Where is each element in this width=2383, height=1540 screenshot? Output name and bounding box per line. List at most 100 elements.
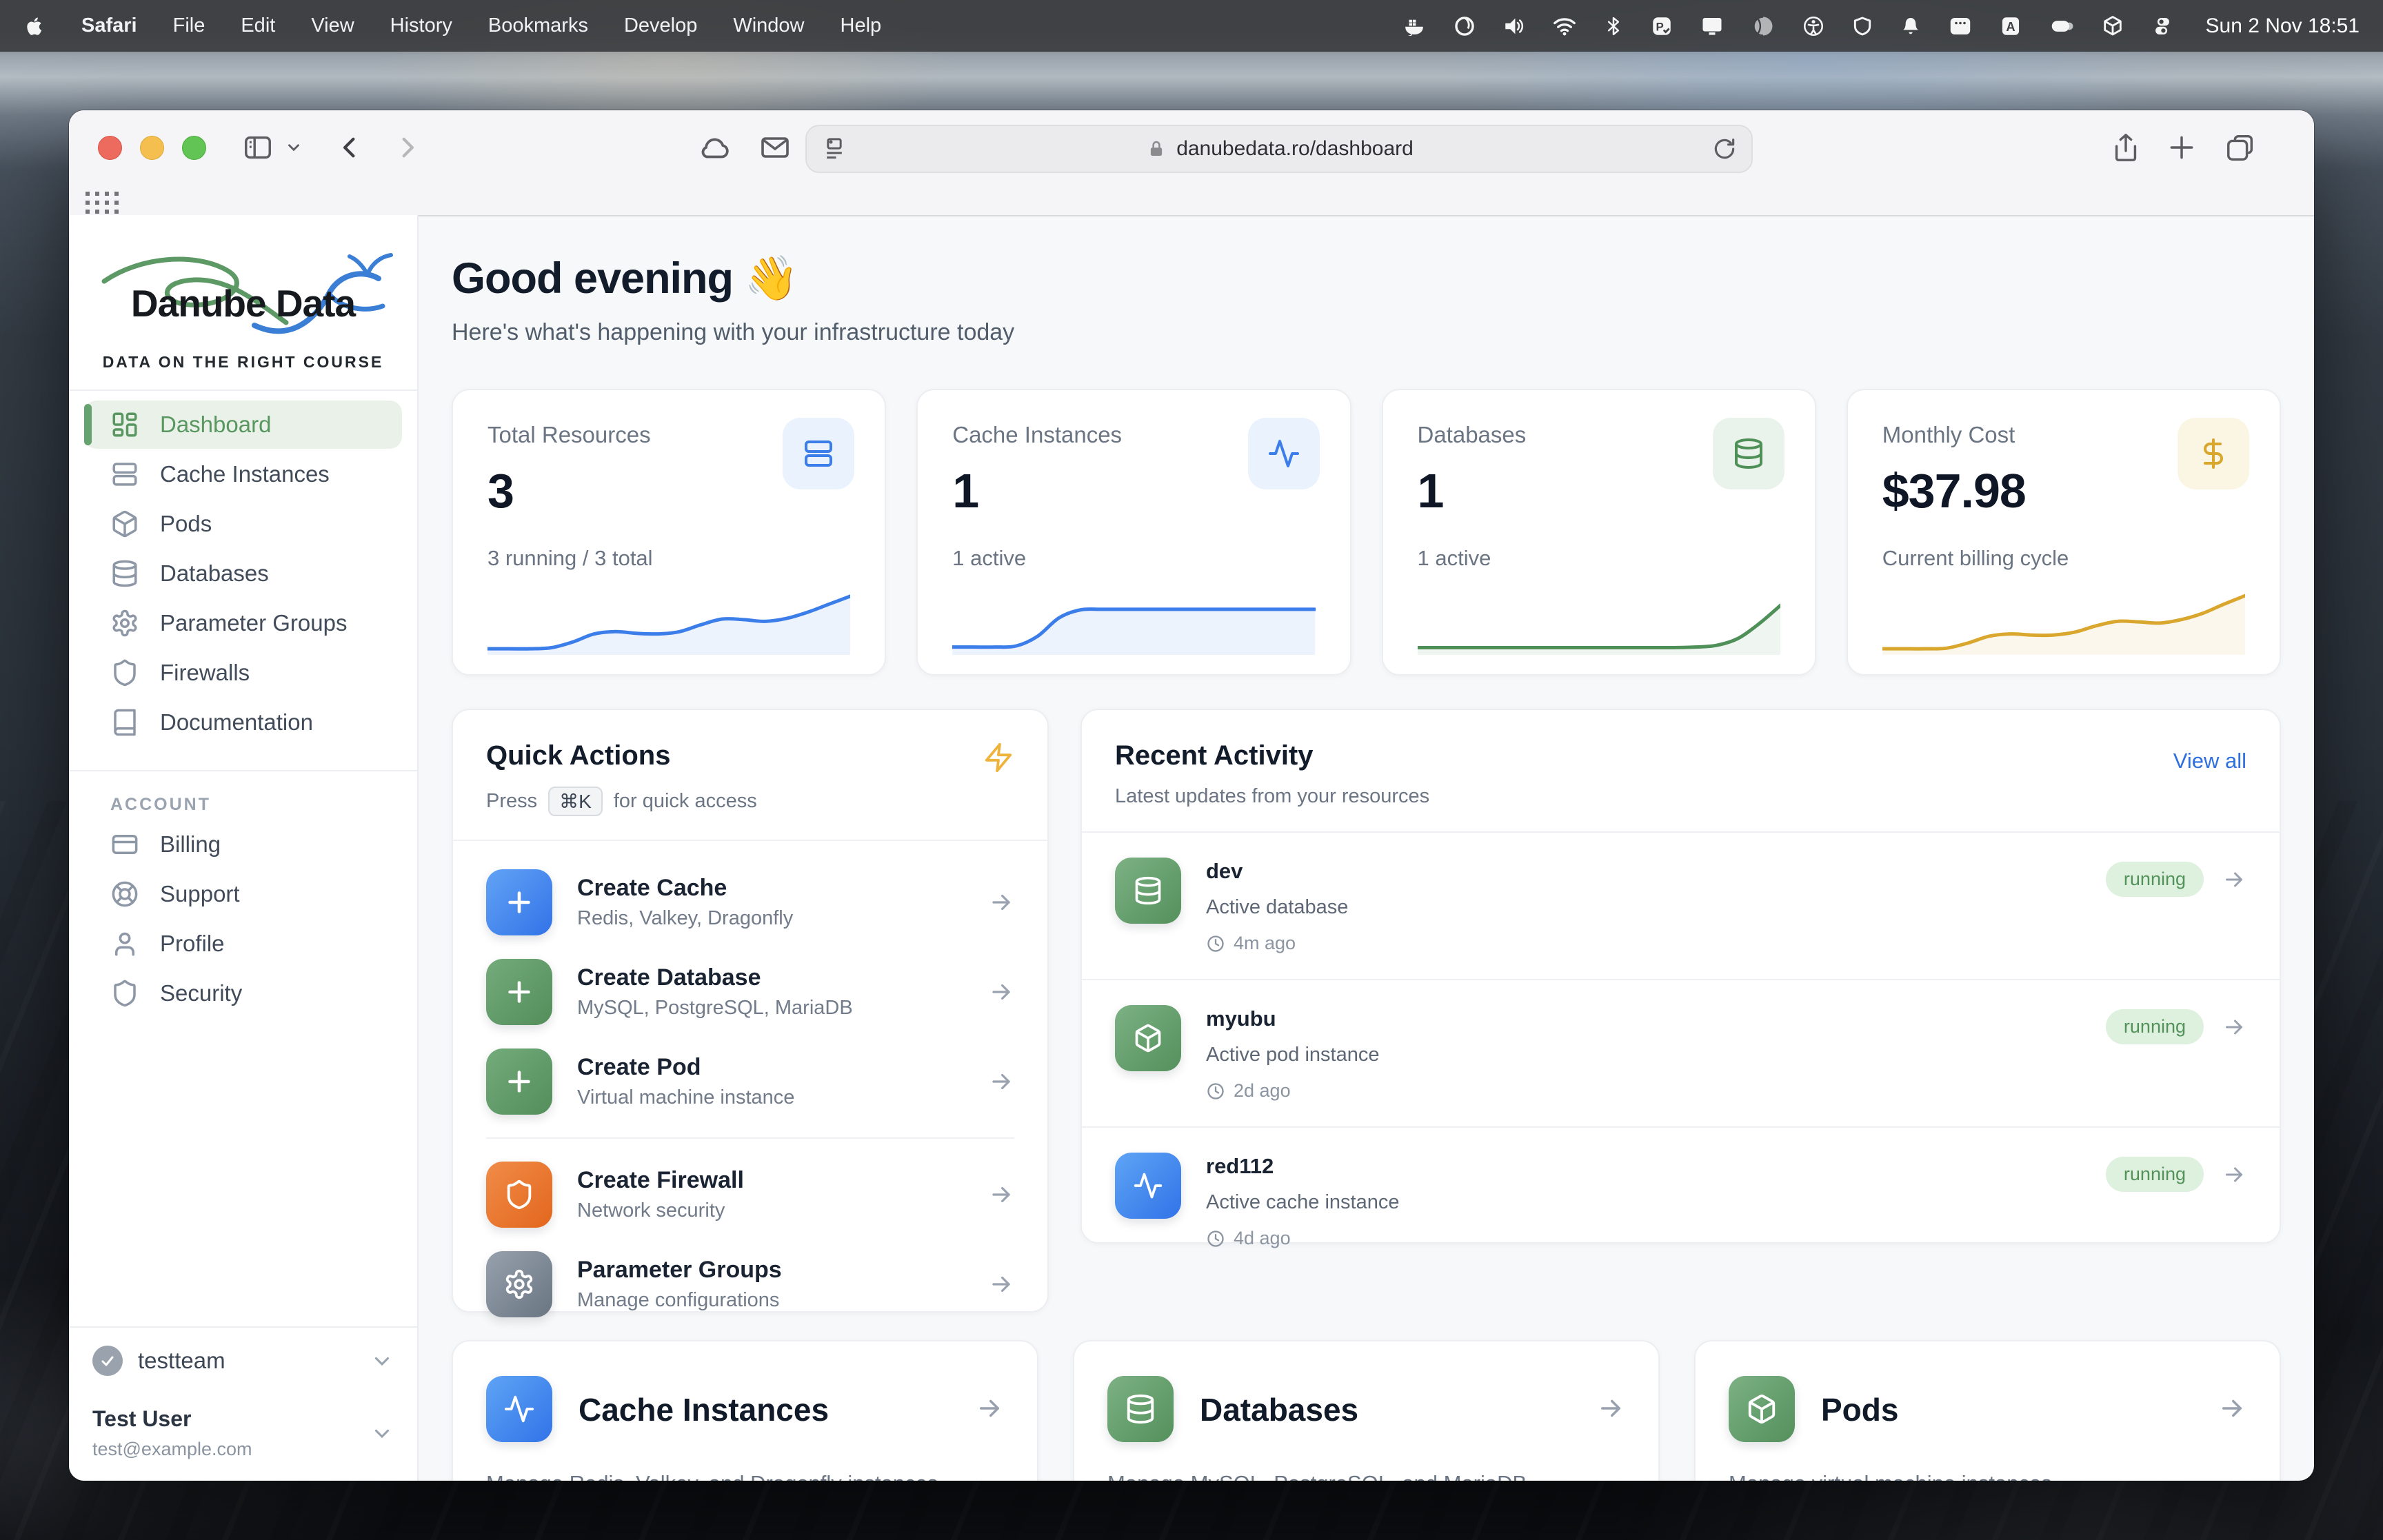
address-bar[interactable]: danubedata.ro/dashboard [805, 125, 1753, 173]
sidebar-item-dashboard[interactable]: Dashboard [84, 401, 402, 449]
stat-card-cache-instances: Cache Instances 1 1 active [916, 389, 1351, 676]
activity-icon [1248, 418, 1320, 489]
quick-action-create-database[interactable]: Create Database MySQL, PostgreSQL, MariaD… [453, 947, 1047, 1037]
parking-badge-icon[interactable]: P [1650, 14, 1673, 38]
action-subtitle: Redis, Valkey, Dragonfly [577, 907, 963, 930]
tab-overview-icon[interactable] [2224, 132, 2256, 163]
wifi-icon[interactable] [1552, 14, 1577, 39]
window-zoom-button[interactable] [182, 136, 206, 160]
sidebar-item-label: Firewalls [160, 660, 250, 686]
docker-whale-icon[interactable] [1402, 14, 1427, 39]
cube-icon[interactable] [2101, 14, 2124, 38]
sidebar-item-databases[interactable]: Databases [84, 549, 402, 598]
user-icon [110, 929, 139, 958]
display-icon[interactable] [1700, 14, 1725, 39]
account-section-label: ACCOUNT [110, 795, 417, 815]
action-title: Create Database [577, 964, 963, 991]
menu-item-view[interactable]: View [311, 14, 354, 37]
quick-action-create-cache[interactable]: Create CacheRedis, Valkey, Dragonfly [453, 858, 1047, 947]
control-pills-icon[interactable] [2151, 14, 2174, 38]
svg-text:P: P [1656, 20, 1663, 33]
quick-action-create-firewall[interactable]: Create FirewallNetwork security [453, 1150, 1047, 1239]
window-close-button[interactable] [98, 136, 122, 160]
notch-shield-icon[interactable] [1851, 15, 1873, 37]
activity-row-myubu[interactable]: myubu Active pod instance 2d ago running [1082, 979, 2280, 1126]
menu-item-bookmarks[interactable]: Bookmarks [488, 14, 588, 37]
ring-icon[interactable] [1453, 14, 1476, 38]
activity-row-dev[interactable]: dev Active database 4m ago running [1082, 833, 2280, 979]
action-subtitle: MySQL, PostgreSQL, MariaDB [577, 997, 963, 1020]
stat-value: 1 [1418, 463, 1444, 518]
resource-name: dev [1206, 859, 2081, 884]
accessibility-icon[interactable] [1802, 14, 1825, 38]
grid-handle-icon[interactable] [84, 190, 120, 215]
sidebar-toggle-icon[interactable] [242, 132, 274, 163]
sidebar-item-cache-instances[interactable]: Cache Instances [84, 450, 402, 498]
quick-action-parameter-groups[interactable]: Parameter GroupsManage configurations [453, 1239, 1047, 1329]
macos-menu-bar: Safari File Edit View History Bookmarks … [0, 0, 2383, 52]
sidebar-item-security[interactable]: Security [84, 969, 402, 1017]
url-text[interactable]: danubedata.ro/dashboard [1176, 137, 1414, 161]
menu-item-safari[interactable]: Safari [81, 14, 137, 37]
bell-icon[interactable] [1900, 15, 1922, 37]
activity-row-red112[interactable]: red112 Active cache instance 4d ago runn… [1082, 1126, 2280, 1274]
quick-action-create-pod[interactable]: Create PodVirtual machine instance [453, 1037, 1047, 1126]
lightning-icon [983, 742, 1014, 773]
forward-button[interactable] [392, 133, 421, 162]
sidebar-item-firewalls[interactable]: Firewalls [84, 649, 402, 697]
menu-item-window[interactable]: Window [733, 14, 804, 37]
input-source-icon[interactable]: A [1999, 14, 2022, 38]
sidebar-item-billing[interactable]: Billing [84, 820, 402, 869]
resource-card-row: Cache Instances Manage Redis, Valkey, an… [452, 1340, 2281, 1481]
team-switcher[interactable]: testteam [92, 1346, 394, 1376]
mail-icon[interactable] [758, 131, 792, 164]
globe-icon[interactable] [1751, 14, 1776, 39]
sidebar-item-support[interactable]: Support [84, 870, 402, 918]
timestamp: 2d ago [1234, 1080, 1291, 1102]
toggle-icon[interactable] [2049, 13, 2075, 39]
reader-icon[interactable] [821, 135, 848, 163]
sidebar-item-parameter-groups[interactable]: Parameter Groups [84, 599, 402, 647]
menu-item-history[interactable]: History [390, 14, 452, 37]
stat-label: Monthly Cost [1882, 422, 2015, 448]
resource-card-databases[interactable]: Databases Manage MySQL, PostgreSQL, and … [1073, 1340, 1660, 1481]
resource-card-cache-instances[interactable]: Cache Instances Manage Redis, Valkey, an… [452, 1340, 1038, 1481]
sidebar-divider [69, 770, 417, 771]
menu-item-edit[interactable]: Edit [241, 14, 275, 37]
resource-name: myubu [1206, 1006, 2081, 1031]
sidebar-item-profile[interactable]: Profile [84, 920, 402, 968]
arrow-right-icon [2218, 1394, 2246, 1423]
volume-icon[interactable] [1502, 14, 1526, 38]
new-tab-icon[interactable] [2166, 132, 2197, 163]
resource-card-pods[interactable]: Pods Manage virtual machine instances [1694, 1340, 2281, 1481]
stat-subtext: 1 active [952, 546, 1026, 571]
sidebar-chevron-icon[interactable] [285, 139, 303, 156]
back-button[interactable] [336, 133, 365, 162]
book-icon [110, 708, 139, 737]
quick-actions-separator [486, 1137, 1014, 1139]
sidebar-divider [69, 389, 417, 391]
user-email: test@example.com [92, 1439, 370, 1460]
menu-item-help[interactable]: Help [841, 14, 882, 37]
menu-item-develop[interactable]: Develop [624, 14, 697, 37]
window-minimize-button[interactable] [140, 136, 164, 160]
keypad-icon[interactable] [1948, 14, 1973, 39]
sidebar-item-pods[interactable]: Pods [84, 500, 402, 548]
icloud-icon[interactable] [696, 130, 731, 165]
clock-icon [1206, 934, 1225, 953]
reload-icon[interactable] [1711, 136, 1738, 162]
recent-activity-title: Recent Activity [1115, 740, 2246, 771]
user-menu[interactable]: Test User test@example.com [92, 1406, 394, 1460]
apple-menu-icon[interactable] [23, 15, 46, 37]
safari-window: danubedata.ro/dashboard Danube Data DATA… [69, 110, 2314, 1481]
menu-bar-clock[interactable]: Sun 2 Nov 18:51 [2206, 14, 2360, 38]
action-title: Create Pod [577, 1054, 963, 1081]
menu-item-file[interactable]: File [173, 14, 205, 37]
share-icon[interactable] [2110, 132, 2142, 163]
sidebar: Danube Data DATA ON THE RIGHT COURSE Das… [69, 215, 419, 1481]
activity-icon [486, 1376, 552, 1442]
bluetooth-icon[interactable] [1603, 16, 1624, 37]
shield-icon [486, 1162, 552, 1228]
view-all-link[interactable]: View all [2173, 749, 2246, 773]
sidebar-item-documentation[interactable]: Documentation [84, 698, 402, 747]
